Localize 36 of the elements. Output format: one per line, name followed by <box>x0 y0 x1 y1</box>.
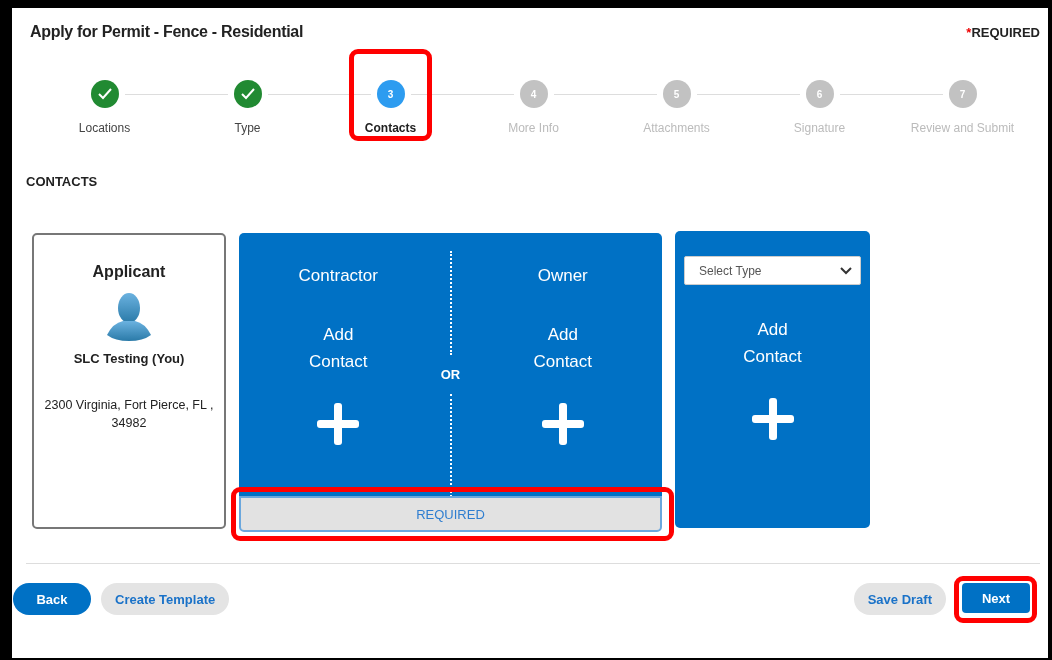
step-label: Signature <box>793 121 846 135</box>
step-label: Attachments <box>643 121 710 135</box>
required-note: *REQUIRED <box>966 24 1040 40</box>
step-label: Review and Submit <box>910 121 1015 135</box>
applicant-address: 2300 Virginia, Fort Pierce, FL , 34982 <box>43 397 215 432</box>
separator-label: OR <box>440 365 461 384</box>
plus-icon <box>751 398 794 440</box>
step-label: More Info <box>508 121 559 135</box>
add-contact-label: Add Contact <box>307 324 369 373</box>
check-icon <box>97 88 112 100</box>
action-button[interactable]: Back <box>13 583 91 615</box>
add-contact-label: Add Contact <box>532 324 594 373</box>
action-button[interactable]: Create Template <box>101 583 230 615</box>
required-bar: REQUIRED <box>239 496 662 532</box>
contact-card[interactable]: Contractor Add Contact OR Owner Add Contact <box>239 233 662 497</box>
check-icon <box>240 88 255 100</box>
step-label: Type <box>234 121 261 135</box>
step-label: Locations <box>78 121 131 135</box>
plus-icon <box>317 403 360 445</box>
add-contact-label: Add Contact <box>742 319 803 368</box>
chevron-down-icon <box>840 266 852 275</box>
window-title: Apply for Permit - Fence - Residential <box>30 23 304 41</box>
contact-card[interactable]: Select Type Add Contact <box>675 231 870 528</box>
action-button[interactable]: Save Draft <box>853 583 946 615</box>
type-select[interactable]: Select Type <box>684 256 861 285</box>
step-indicator[interactable]: 3 <box>376 80 405 108</box>
action-button[interactable]: Next <box>962 583 1030 613</box>
section-title: CONTACTS <box>26 174 99 189</box>
step-indicator[interactable] <box>90 80 119 108</box>
applicant-name: SLC Testing (You) <box>73 351 185 366</box>
card-heading: Applicant <box>92 263 166 281</box>
step-indicator[interactable] <box>233 80 262 108</box>
contact-role: Contractor <box>298 266 378 286</box>
plus-icon <box>541 403 584 445</box>
contact-role: Owner <box>537 266 588 286</box>
step-label: Contacts <box>364 121 417 135</box>
